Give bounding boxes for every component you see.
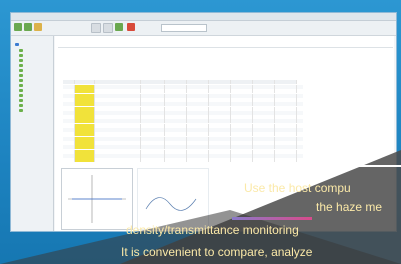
device-icon <box>19 68 23 72</box>
tree-item[interactable] <box>19 53 23 57</box>
window-titlebar <box>11 13 396 21</box>
tree-item[interactable] <box>19 63 23 67</box>
caption-line-1: Use the host compu <box>244 181 351 195</box>
root-icon <box>15 42 19 46</box>
tree-item[interactable] <box>19 83 23 87</box>
toolbar-input[interactable] <box>161 24 207 32</box>
caption-line-3: density/transmittance monitoring <box>126 223 299 237</box>
toolbar-button[interactable] <box>103 23 113 33</box>
device-icon <box>19 78 23 82</box>
tree-item[interactable] <box>19 93 23 97</box>
device-icon <box>19 93 23 97</box>
device-icon <box>19 108 23 112</box>
device-icon <box>19 63 23 67</box>
device-icon <box>19 48 23 52</box>
device-icon <box>19 88 23 92</box>
color-bar <box>232 217 312 220</box>
tree-item[interactable] <box>19 98 23 102</box>
device-icon <box>19 58 23 62</box>
device-icon <box>19 73 23 77</box>
panel-header <box>58 39 393 48</box>
toolbar-button[interactable] <box>91 23 101 33</box>
toolbar-open-icon[interactable] <box>14 23 22 31</box>
tree-item[interactable] <box>19 48 23 52</box>
toolbar-run-icon[interactable] <box>115 23 123 31</box>
tree-item[interactable] <box>15 42 19 46</box>
device-icon <box>19 53 23 57</box>
tree-item[interactable] <box>19 73 23 77</box>
tree-item[interactable] <box>19 68 23 72</box>
toolbar <box>11 21 396 36</box>
toolbar-folder-icon[interactable] <box>34 23 42 31</box>
tree-item[interactable] <box>19 108 23 112</box>
table-header <box>63 80 303 84</box>
device-icon <box>19 98 23 102</box>
device-icon <box>19 83 23 87</box>
caption-divider <box>296 165 401 167</box>
caption-line-2: the haze me <box>316 200 383 214</box>
tree-item[interactable] <box>19 88 23 92</box>
tree-item[interactable] <box>19 78 23 82</box>
caption-line-4: It is convenient to compare, analyze <box>121 245 313 259</box>
device-icon <box>19 103 23 107</box>
toolbar-stop-icon[interactable] <box>127 23 135 31</box>
toolbar-save-icon[interactable] <box>24 23 32 31</box>
tree-item[interactable] <box>19 58 23 62</box>
tree-item[interactable] <box>19 103 23 107</box>
